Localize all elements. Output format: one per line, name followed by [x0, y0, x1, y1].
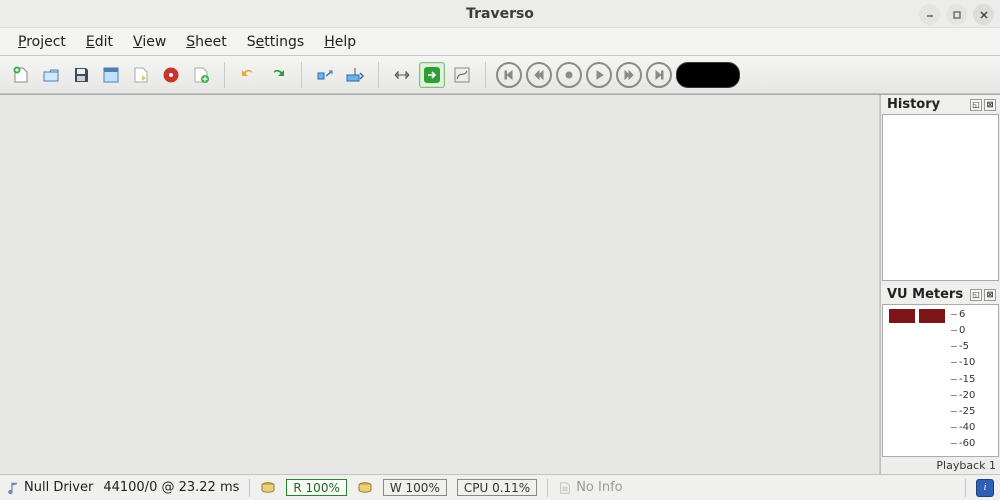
toolbar-separator: [224, 62, 225, 88]
menu-view[interactable]: View: [123, 30, 176, 54]
side-panels: History ◱ ⊠ VU Meters ◱ ⊠: [880, 95, 1000, 474]
transport-rewind-button[interactable]: [526, 62, 552, 88]
menu-edit[interactable]: Edit: [76, 30, 123, 54]
toolbar-separator: [378, 62, 379, 88]
window-title: Traverso: [466, 6, 534, 22]
history-panel: History ◱ ⊠: [880, 95, 1000, 285]
open-project-button[interactable]: [38, 62, 64, 88]
transport-start-button[interactable]: [496, 62, 522, 88]
disk-read-icon: [260, 480, 276, 496]
transport-end-button[interactable]: [646, 62, 672, 88]
status-driver[interactable]: Null Driver: [6, 480, 93, 495]
time-display: [676, 62, 740, 88]
transport-play-button[interactable]: [586, 62, 612, 88]
history-panel-title: History: [887, 97, 940, 112]
vu-peak: [889, 309, 915, 323]
mode-edit-button[interactable]: [389, 62, 415, 88]
history-panel-body[interactable]: [882, 114, 999, 281]
transport-record-button[interactable]: [556, 62, 582, 88]
window-controls: [919, 4, 994, 25]
vu-scale: 6 0 -5 -10 -15 -20 -25 -40 -60: [951, 309, 975, 449]
status-info: No Info: [558, 480, 622, 495]
transport-forward-button[interactable]: [616, 62, 642, 88]
vu-panel: VU Meters ◱ ⊠ 6 0 -5 -10: [880, 285, 1000, 474]
burn-cd-button[interactable]: [158, 62, 184, 88]
menubar: Project Edit View Sheet Settings Help: [0, 28, 1000, 56]
menu-help[interactable]: Help: [314, 30, 366, 54]
vu-meter-left: [889, 309, 915, 449]
vu-panel-body: 6 0 -5 -10 -15 -20 -25 -40 -60: [882, 304, 999, 457]
menu-sheet[interactable]: Sheet: [176, 30, 236, 54]
disk-write-icon: [357, 480, 373, 496]
vu-peak: [919, 309, 945, 323]
redo-button[interactable]: [265, 62, 291, 88]
vu-panel-title: VU Meters: [887, 287, 963, 302]
snap-button[interactable]: [312, 62, 338, 88]
music-note-icon: [6, 481, 20, 495]
minimize-button[interactable]: [919, 4, 940, 25]
panel-close-icon[interactable]: ⊠: [984, 99, 996, 111]
menu-settings[interactable]: Settings: [237, 30, 314, 54]
statusbar: Null Driver 44100/0 @ 23.22 ms R 100% W …: [0, 474, 1000, 500]
panel-undock-icon[interactable]: ◱: [970, 289, 982, 301]
status-write: W 100%: [383, 479, 447, 496]
toolbar-separator: [301, 62, 302, 88]
status-cpu: CPU 0.11%: [457, 479, 537, 496]
project-properties-button[interactable]: [98, 62, 124, 88]
document-icon: [558, 481, 572, 495]
vu-footer: Playback 1: [881, 457, 1000, 474]
panel-undock-icon[interactable]: ◱: [970, 99, 982, 111]
status-read: R 100%: [286, 479, 346, 496]
main-area: History ◱ ⊠ VU Meters ◱ ⊠: [0, 94, 1000, 474]
mode-curves-button[interactable]: [449, 62, 475, 88]
status-rate-latency: 44100/0 @ 23.22 ms: [103, 480, 239, 495]
workspace[interactable]: [0, 95, 880, 474]
scroll-follow-button[interactable]: [342, 62, 368, 88]
panel-close-icon[interactable]: ⊠: [984, 289, 996, 301]
save-project-button[interactable]: [68, 62, 94, 88]
mode-effects-button[interactable]: [419, 62, 445, 88]
new-project-button[interactable]: [8, 62, 34, 88]
history-panel-header[interactable]: History ◱ ⊠: [881, 95, 1000, 114]
info-button[interactable]: i: [976, 479, 994, 497]
vu-meter-right: [919, 309, 945, 449]
vu-panel-header[interactable]: VU Meters ◱ ⊠: [881, 285, 1000, 304]
toolbar-separator: [485, 62, 486, 88]
maximize-button[interactable]: [946, 4, 967, 25]
menu-project[interactable]: Project: [8, 30, 76, 54]
undo-button[interactable]: [235, 62, 261, 88]
export-button[interactable]: [128, 62, 154, 88]
close-button[interactable]: [973, 4, 994, 25]
toolbar: [0, 56, 1000, 94]
titlebar: Traverso: [0, 0, 1000, 28]
vu-meters: [889, 309, 945, 454]
status-driver-name: Null Driver: [24, 480, 93, 495]
import-audio-button[interactable]: [188, 62, 214, 88]
